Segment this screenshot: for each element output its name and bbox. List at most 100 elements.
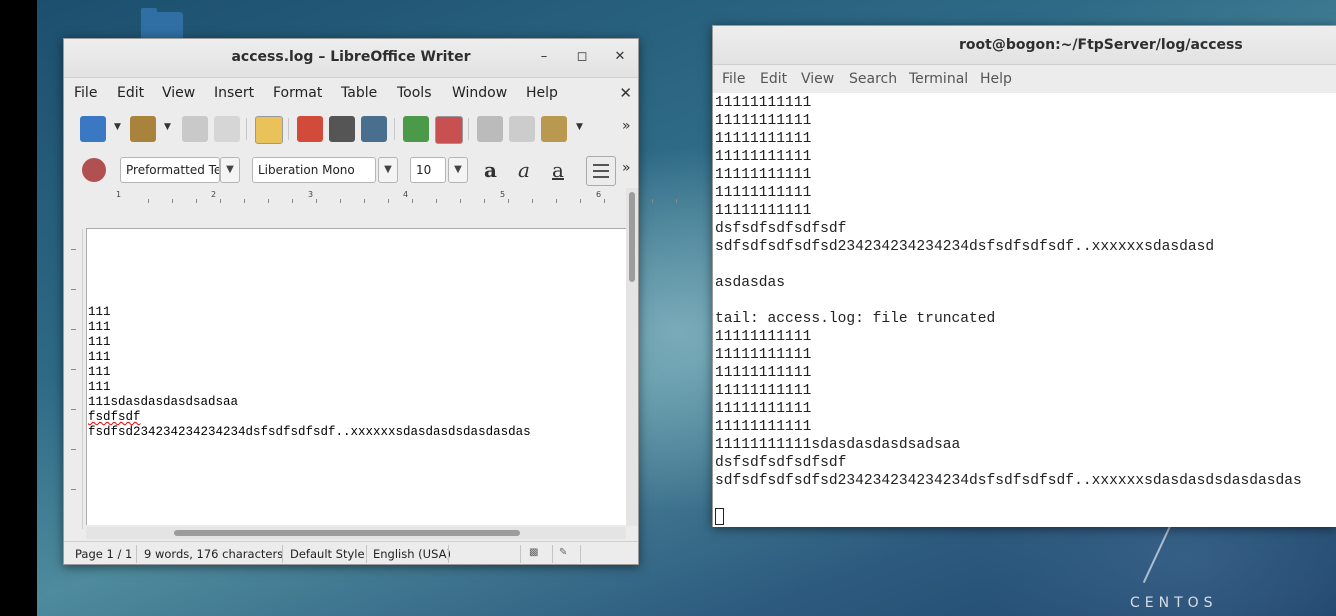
- desktop-folder-icon[interactable]: [141, 8, 183, 38]
- align-left-icon[interactable]: [586, 156, 616, 186]
- menu-help[interactable]: Help: [526, 85, 558, 101]
- ruler-tick: [71, 489, 76, 490]
- menu-table[interactable]: Table: [341, 85, 377, 101]
- terminal-line: 11111111111sdasdasdasdsadsaa: [715, 437, 961, 453]
- paste-dropdown-icon[interactable]: ▼: [576, 122, 583, 132]
- status-page-style[interactable]: Default Style: [290, 547, 365, 561]
- open-dropdown-icon[interactable]: ▼: [164, 122, 171, 132]
- writer-menubar: File Edit View Insert Format Table Tools…: [64, 78, 638, 110]
- terminal-line: 11111111111: [715, 419, 812, 435]
- document-modified-icon[interactable]: ✎: [559, 547, 567, 558]
- menu-edit[interactable]: Edit: [117, 85, 144, 101]
- minimize-icon[interactable]: –: [534, 47, 554, 67]
- term-menu-help[interactable]: Help: [980, 71, 1012, 87]
- document-text[interactable]: 111 111 111 111 111 111 111sdasdasdasdsadsaa fs…: [88, 305, 531, 440]
- menu-insert[interactable]: Insert: [214, 85, 254, 101]
- ruler-number: 4: [403, 190, 409, 199]
- term-menu-view[interactable]: View: [801, 71, 834, 87]
- style-navigator-icon[interactable]: [82, 158, 106, 182]
- doc-line: 111: [88, 350, 111, 364]
- term-menu-terminal[interactable]: Terminal: [909, 71, 968, 87]
- edit-mode-icon[interactable]: [255, 116, 283, 144]
- print-icon[interactable]: [329, 116, 355, 142]
- cut-icon[interactable]: [477, 116, 503, 142]
- writer-titlebar[interactable]: access.log – LibreOffice Writer – ◻ ✕: [64, 39, 638, 78]
- ruler-number: 5: [500, 190, 506, 199]
- copy-icon[interactable]: [509, 116, 535, 142]
- terminal-line: dsfsdfsdfsdfsdf: [715, 221, 847, 237]
- toolbar-separator: [246, 118, 247, 140]
- ruler-number: 3: [308, 190, 314, 199]
- formatting-toolbar: Preformatted Te ▼ Liberation Mono ▼ 10 ▼…: [64, 150, 638, 188]
- status-separator: [136, 545, 137, 563]
- horizontal-ruler[interactable]: [148, 189, 690, 209]
- new-document-icon[interactable]: [80, 116, 106, 142]
- status-word-count[interactable]: 9 words, 176 characters: [144, 547, 283, 561]
- menu-tools[interactable]: Tools: [397, 85, 432, 101]
- writer-window: access.log – LibreOffice Writer – ◻ ✕ Fi…: [63, 38, 690, 565]
- paragraph-style-combo[interactable]: Preformatted Te: [120, 157, 220, 183]
- menu-file[interactable]: File: [74, 85, 97, 101]
- terminal-line: 11111111111: [715, 203, 812, 219]
- ruler-tick: [71, 249, 76, 250]
- centos-logo-line: [1142, 526, 1171, 584]
- terminal-titlebar[interactable]: root@bogon:~/FtpServer/log/access: [713, 26, 1336, 65]
- paste-icon[interactable]: [541, 116, 567, 142]
- export-pdf-icon[interactable]: [297, 116, 323, 142]
- save-icon[interactable]: [182, 116, 208, 142]
- status-page[interactable]: Page 1 / 1: [75, 547, 132, 561]
- paragraph-style-dropdown-icon[interactable]: ▼: [220, 157, 240, 183]
- print-preview-icon[interactable]: [361, 116, 387, 142]
- status-language[interactable]: English (USA): [373, 547, 451, 561]
- status-separator: [282, 545, 283, 563]
- ruler-tick: [71, 409, 76, 410]
- terminal-title: root@bogon:~/FtpServer/log/access: [959, 37, 1243, 53]
- terminal-window: root@bogon:~/FtpServer/log/access File E…: [712, 25, 1336, 527]
- fmtbar-overflow-icon[interactable]: »: [622, 160, 631, 176]
- bold-icon[interactable]: a: [484, 158, 497, 182]
- status-separator: [552, 545, 553, 563]
- terminal-line: 11111111111: [715, 95, 812, 111]
- terminal-line: 11111111111: [715, 131, 812, 147]
- terminal-lines: 11111111111 11111111111 11111111111 1111111…: [715, 94, 1302, 490]
- status-separator: [366, 545, 367, 563]
- underline-icon[interactable]: a: [552, 158, 564, 182]
- ruler-tick: [71, 329, 76, 330]
- term-menu-file[interactable]: File: [722, 71, 745, 87]
- open-folder-icon[interactable]: [130, 116, 156, 142]
- toolbar-overflow-icon[interactable]: »: [622, 118, 631, 134]
- close-icon[interactable]: ✕: [610, 47, 630, 67]
- menu-window[interactable]: Window: [452, 85, 507, 101]
- term-menu-search[interactable]: Search: [849, 71, 897, 87]
- font-size-dropdown-icon[interactable]: ▼: [448, 157, 468, 183]
- font-name-combo[interactable]: Liberation Mono: [252, 157, 376, 183]
- doc-line: 111: [88, 320, 111, 334]
- ruler-number: 2: [211, 190, 217, 199]
- auto-spellcheck-icon[interactable]: [435, 116, 463, 144]
- email-icon[interactable]: [214, 116, 240, 142]
- font-size-combo[interactable]: 10: [410, 157, 446, 183]
- vertical-scroll-thumb[interactable]: [629, 192, 635, 282]
- terminal-menubar: File Edit View Search Terminal Help: [713, 65, 1336, 95]
- italic-icon[interactable]: a: [518, 158, 530, 182]
- terminal-line: dsfsdfsdfsdfsdf: [715, 455, 847, 471]
- vertical-scrollbar[interactable]: [626, 188, 638, 526]
- maximize-icon[interactable]: ◻: [572, 47, 592, 67]
- document-close-icon[interactable]: ✕: [619, 84, 632, 102]
- doc-line: fsdfsdf: [88, 410, 141, 424]
- font-name-dropdown-icon[interactable]: ▼: [378, 157, 398, 183]
- selection-mode-icon[interactable]: ▩: [529, 547, 538, 558]
- term-menu-edit[interactable]: Edit: [760, 71, 787, 87]
- terminal-line: sdfsdfsdfsdfsd234234234234234dsfsdfsdfsd…: [715, 473, 1302, 489]
- spellcheck-icon[interactable]: [403, 116, 429, 142]
- horizontal-scroll-thumb[interactable]: [174, 530, 520, 536]
- status-separator: [580, 545, 581, 563]
- menu-view[interactable]: View: [162, 85, 195, 101]
- horizontal-scrollbar[interactable]: [86, 527, 626, 539]
- menu-format[interactable]: Format: [273, 85, 322, 101]
- vertical-ruler[interactable]: [68, 229, 83, 529]
- standard-toolbar: ▼ ▼ ▼ »: [64, 110, 638, 150]
- new-dropdown-icon[interactable]: ▼: [114, 122, 121, 132]
- terminal-output[interactable]: 11111111111 11111111111 11111111111 1111111…: [713, 93, 1336, 527]
